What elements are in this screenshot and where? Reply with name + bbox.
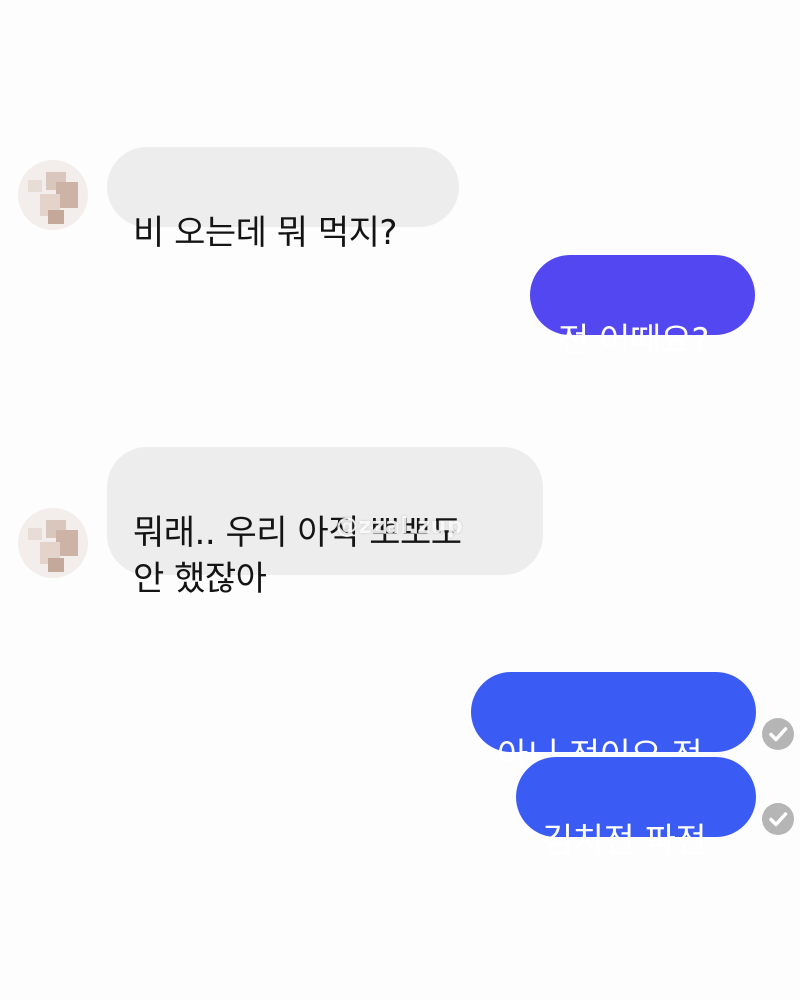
avatar-pixel — [48, 558, 64, 572]
message-bubble-incoming[interactable]: 비 오는데 뭐 먹지? — [107, 147, 459, 253]
checkmark-circle-icon — [762, 803, 794, 835]
avatar-pixel — [28, 528, 42, 540]
message-text: 비 오는데 뭐 먹지? — [133, 213, 397, 253]
avatar[interactable] — [18, 160, 88, 230]
chat-thread: 비 오는데 뭐 먹지? 전 어때요? 뭐래.. 우리 아직 뽀뽀도 안 했잖아 … — [0, 0, 800, 1000]
checkmark-circle-icon — [762, 718, 794, 750]
avatar-pixel — [28, 180, 42, 192]
message-bubble-incoming[interactable]: 뭐래.. 우리 아직 뽀뽀도 안 했잖아 — [107, 447, 543, 599]
message-text: 김치전 파전 — [542, 821, 707, 861]
watermark: @zzal.zup — [336, 514, 464, 539]
avatar[interactable] — [18, 508, 88, 578]
avatar-pixel — [48, 210, 64, 224]
message-bubble-outgoing[interactable]: 김치전 파전 — [516, 757, 756, 861]
message-text: 전 어때요? — [558, 321, 709, 361]
message-bubble-outgoing[interactable]: 아니 전이요 전 — [471, 672, 756, 776]
message-bubble-outgoing[interactable]: 전 어때요? — [530, 255, 755, 361]
